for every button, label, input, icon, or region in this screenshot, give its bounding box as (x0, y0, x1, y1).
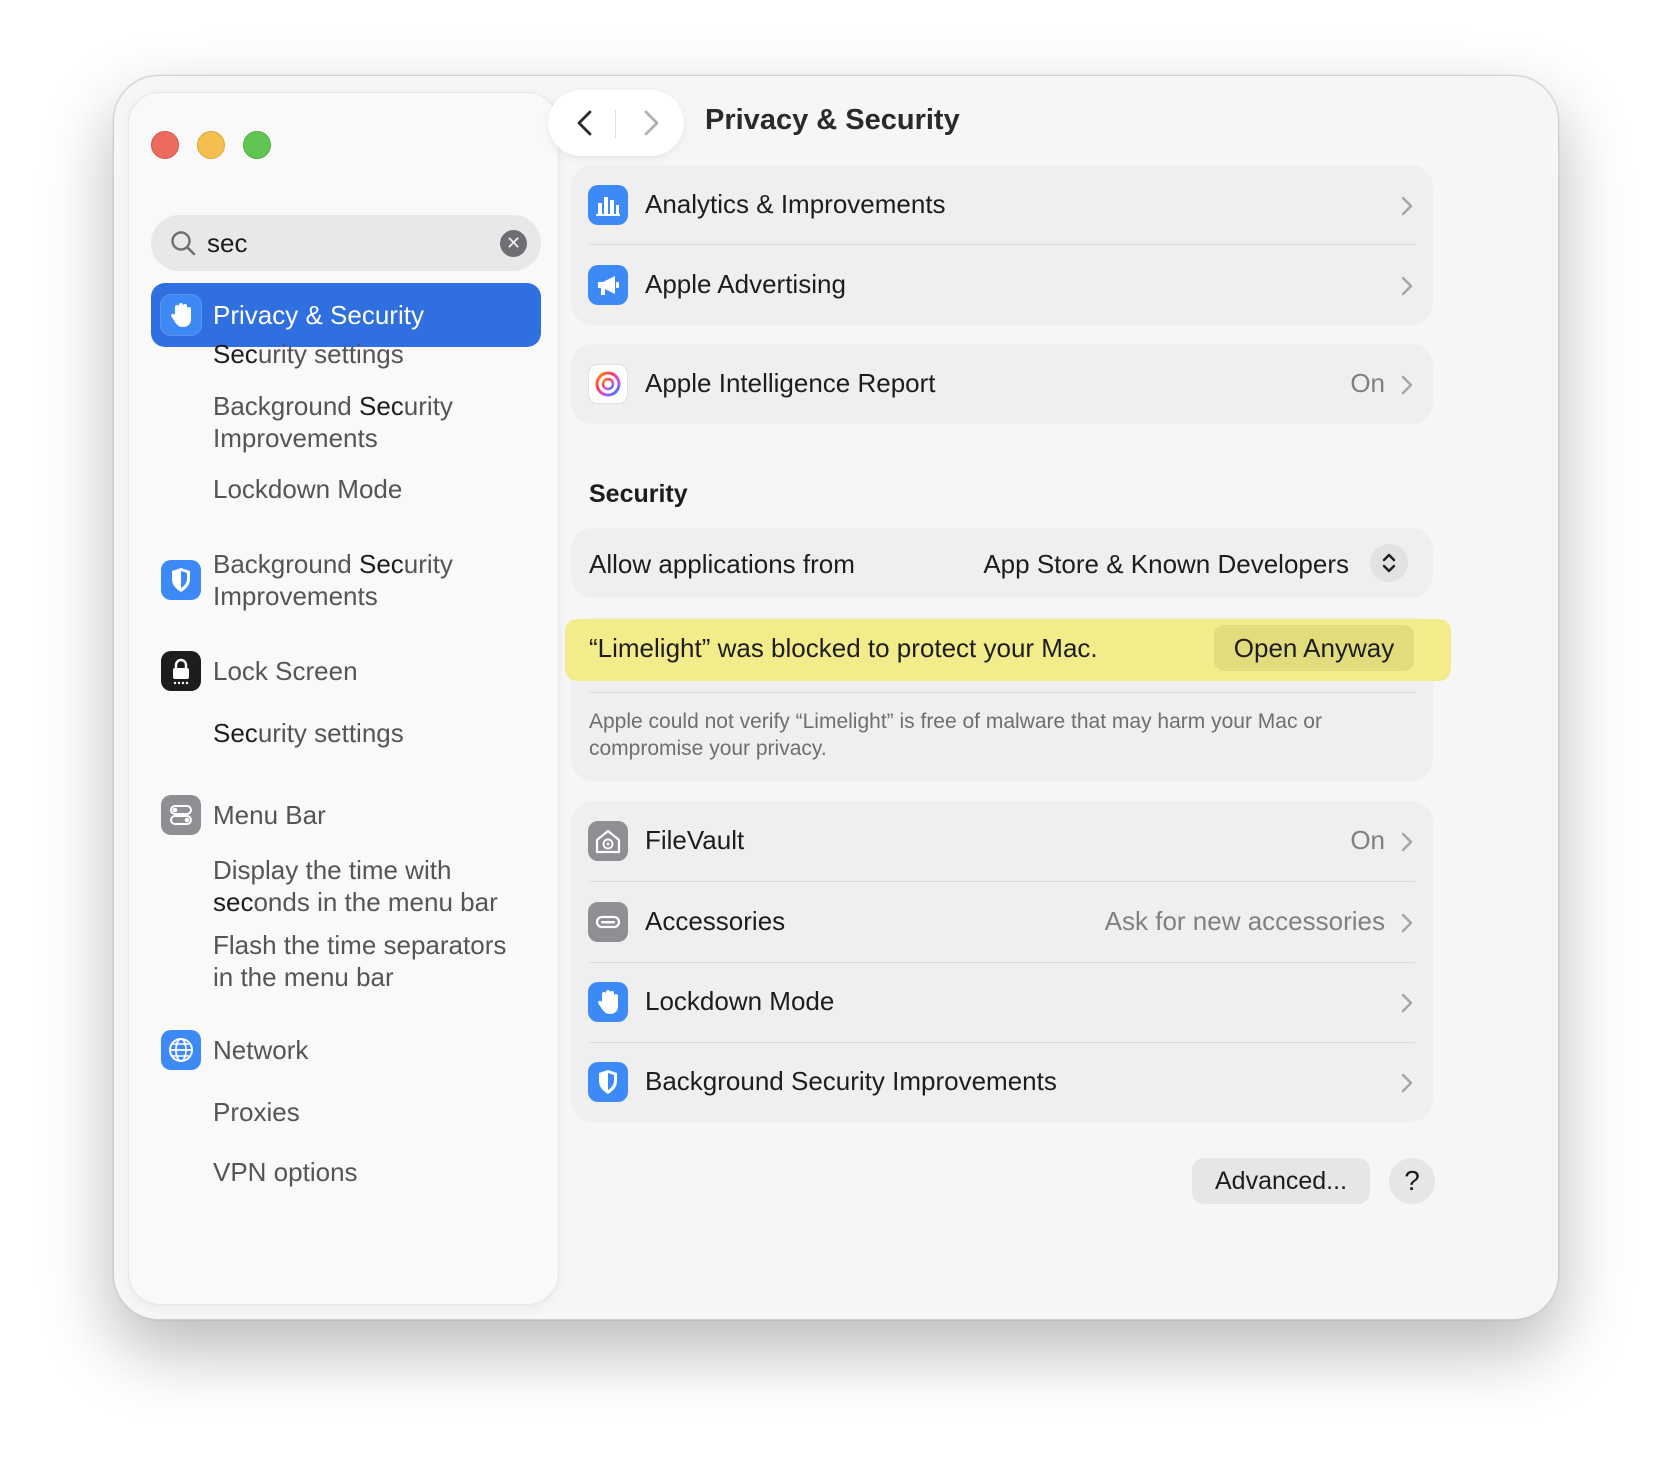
intelligence-group: Apple Intelligence Report On (571, 344, 1433, 424)
chevron-right-icon (1401, 832, 1413, 852)
chevron-right-icon (1401, 196, 1413, 216)
accessory-plug-icon (588, 902, 628, 942)
globe-icon (161, 1030, 201, 1070)
sidebar-item-label: Network (213, 1035, 309, 1065)
filevault-row[interactable]: FileVault On (571, 801, 1433, 881)
analytics-row[interactable]: Analytics & Improvements (571, 165, 1433, 245)
advanced-button[interactable]: Advanced... (1192, 1158, 1370, 1204)
chevron-right-icon (1401, 913, 1413, 933)
background-security-row[interactable]: Background Security Improvements (571, 1042, 1433, 1122)
sidebar-item-label: Background Security Improvements (213, 549, 453, 611)
minimize-window-button[interactable] (197, 131, 225, 159)
analytics-icon (588, 185, 628, 225)
chevron-right-icon (1401, 1073, 1413, 1093)
row-label: Apple Advertising (645, 269, 846, 299)
sidebar-item-background-security[interactable]: Background Security Improvements (151, 548, 541, 612)
sidebar-subitem-display-seconds[interactable]: Display the time with seconds in the menu… (213, 854, 498, 918)
sidebar-subitem-vpn-options[interactable]: VPN options (213, 1156, 358, 1188)
search-input[interactable] (207, 223, 477, 263)
sidebar-item-lock-screen[interactable]: Lock Screen (151, 651, 541, 691)
allow-apps-group: Allow applications from App Store & Know… (571, 528, 1433, 598)
zoom-window-button[interactable] (243, 131, 271, 159)
row-label: Accessories (645, 906, 786, 936)
close-window-button[interactable] (151, 131, 179, 159)
allow-applications-select[interactable]: App Store & Known Developers (983, 549, 1349, 580)
row-label: Lockdown Mode (645, 986, 835, 1016)
row-value: On (1350, 368, 1385, 398)
lockdown-mode-row[interactable]: Lockdown Mode (571, 962, 1433, 1042)
accessories-row[interactable]: Accessories Ask for new accessories (571, 882, 1433, 962)
sidebar: ✕ Privacy & Security Security settings B… (128, 92, 559, 1305)
sidebar-item-label: Privacy & Security (213, 300, 424, 330)
settings-window: ✕ Privacy & Security Security settings B… (113, 75, 1559, 1320)
search-field[interactable]: ✕ (151, 215, 541, 271)
sidebar-item-label: Menu Bar (213, 800, 326, 830)
sidebar-subitem-flash-separators[interactable]: Flash the time separators in the menu bar (213, 929, 506, 993)
chevron-right-icon (1401, 993, 1413, 1013)
sidebar-subitem-proxies[interactable]: Proxies (213, 1096, 300, 1128)
row-label: Apple Intelligence Report (645, 368, 936, 398)
navigation-buttons (548, 90, 684, 156)
row-label: Analytics & Improvements (645, 189, 946, 219)
sidebar-subitem-lockdown-mode[interactable]: Lockdown Mode (213, 473, 402, 505)
chevron-right-icon (1401, 375, 1413, 395)
sidebar-item-network[interactable]: Network (151, 1030, 541, 1070)
sidebar-subitem-security-settings[interactable]: Security settings (213, 338, 404, 370)
divider (615, 110, 616, 138)
divider (589, 692, 1415, 693)
popup-stepper-icon[interactable] (1370, 544, 1408, 582)
hand-icon (588, 982, 628, 1022)
security-section-heading: Security (589, 480, 688, 508)
sidebar-subitem-lock-security-settings[interactable]: Security settings (213, 717, 404, 749)
malware-warning-text: Apple could not verify “Limelight” is fr… (589, 710, 1322, 760)
sidebar-subitem-background-security[interactable]: Background Security Improvements (213, 390, 453, 454)
shield-icon (161, 560, 201, 600)
search-icon (171, 231, 196, 256)
privacy-group: Analytics & Improvements Apple Advertisi… (571, 165, 1433, 325)
lock-icon (161, 651, 201, 691)
row-value: On (1350, 825, 1385, 855)
page-title: Privacy & Security (705, 104, 960, 136)
help-button[interactable]: ? (1389, 1158, 1435, 1204)
shield-icon (588, 1062, 628, 1102)
blocked-app-message: “Limelight” was blocked to protect your … (589, 633, 1098, 663)
row-label: Background Security Improvements (645, 1066, 1057, 1096)
hand-icon (161, 295, 201, 335)
megaphone-icon (588, 265, 628, 305)
forward-chevron-icon[interactable] (634, 107, 666, 139)
menu-bar-icon (161, 795, 201, 835)
sidebar-item-menu-bar[interactable]: Menu Bar (151, 795, 541, 835)
security-options-group: FileVault On Accessories Ask for new acc… (571, 801, 1433, 1122)
chevron-right-icon (1401, 276, 1413, 296)
clear-search-icon[interactable]: ✕ (500, 230, 527, 257)
row-label: FileVault (645, 825, 745, 855)
row-value: Ask for new accessories (1104, 906, 1385, 936)
allow-applications-label: Allow applications from (589, 549, 855, 579)
apple-advertising-row[interactable]: Apple Advertising (571, 245, 1433, 325)
back-chevron-icon[interactable] (570, 107, 602, 139)
apple-intelligence-report-row[interactable]: Apple Intelligence Report On (571, 344, 1433, 424)
filevault-icon (588, 821, 628, 861)
apple-intelligence-icon (588, 364, 628, 404)
sidebar-item-label: Lock Screen (213, 656, 358, 686)
open-anyway-button[interactable]: Open Anyway (1214, 625, 1414, 671)
